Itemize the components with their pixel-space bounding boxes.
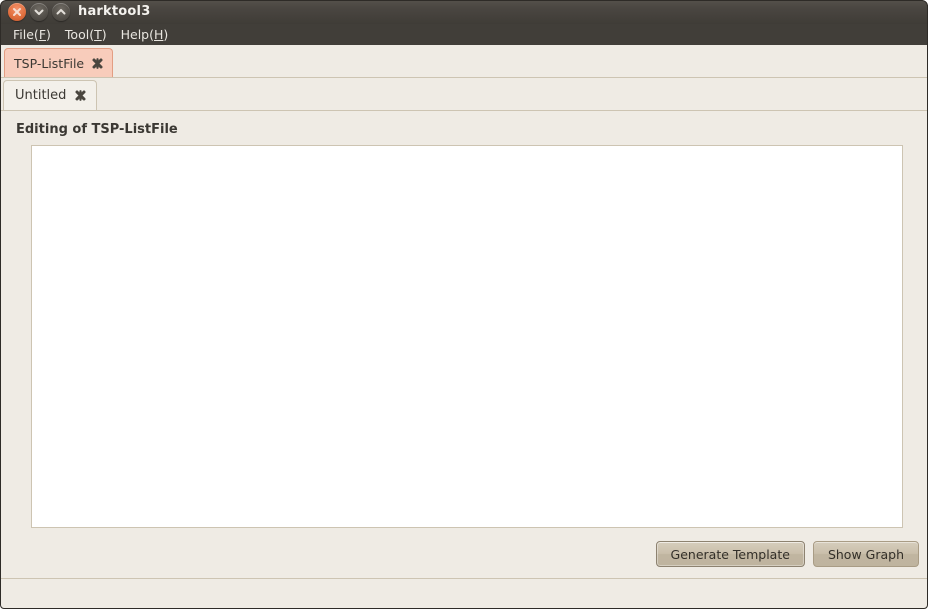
inner-tab-untitled[interactable]: Untitled (3, 80, 98, 110)
menu-item-help-label: Help (120, 27, 150, 42)
window-controls (8, 3, 70, 21)
maximize-button[interactable] (52, 3, 70, 21)
chevron-down-icon (34, 9, 44, 15)
generate-template-button[interactable]: Generate Template (655, 541, 805, 567)
close-button[interactable] (8, 3, 26, 21)
menu-item-file-label: File (13, 27, 34, 42)
close-icon (13, 8, 21, 16)
show-graph-button[interactable]: Show Graph (812, 541, 919, 567)
menu-item-file[interactable]: File(F) (6, 25, 58, 44)
menu-item-tool-mnemonic: T (94, 27, 102, 42)
chevron-up-icon (56, 9, 66, 15)
window-title: harktool3 (78, 4, 151, 19)
minimize-button[interactable] (30, 3, 48, 21)
outer-tab-strip: TSP-ListFile (0, 45, 928, 78)
editor-textarea[interactable] (31, 145, 903, 528)
close-icon[interactable] (91, 57, 104, 70)
page-title: Editing of TSP-ListFile (16, 122, 178, 137)
title-bar[interactable]: harktool3 (0, 0, 928, 24)
menu-item-tool[interactable]: Tool(T) (58, 25, 114, 44)
close-icon[interactable] (74, 89, 87, 102)
inner-tab-label: Untitled (15, 88, 67, 103)
menu-bar: File(F) Tool(T) Help(H) (0, 24, 928, 45)
outer-tab-tsp-listfile[interactable]: TSP-ListFile (4, 48, 114, 77)
status-bar (0, 579, 928, 609)
menu-item-file-mnemonic: F (38, 27, 47, 42)
menu-item-help-mnemonic: H (154, 27, 164, 42)
menu-item-help[interactable]: Help(H) (114, 25, 176, 44)
menu-item-tool-label: Tool (64, 27, 90, 42)
application-window: harktool3 File(F) Tool(T) Help(H) TSP-Li… (0, 0, 928, 609)
editor-panel: Editing of TSP-ListFile Generate Templat… (0, 111, 928, 578)
inner-tab-strip: Untitled (0, 78, 928, 111)
action-button-row: Generate Template Show Graph (655, 541, 919, 567)
outer-tab-label: TSP-ListFile (14, 55, 85, 71)
